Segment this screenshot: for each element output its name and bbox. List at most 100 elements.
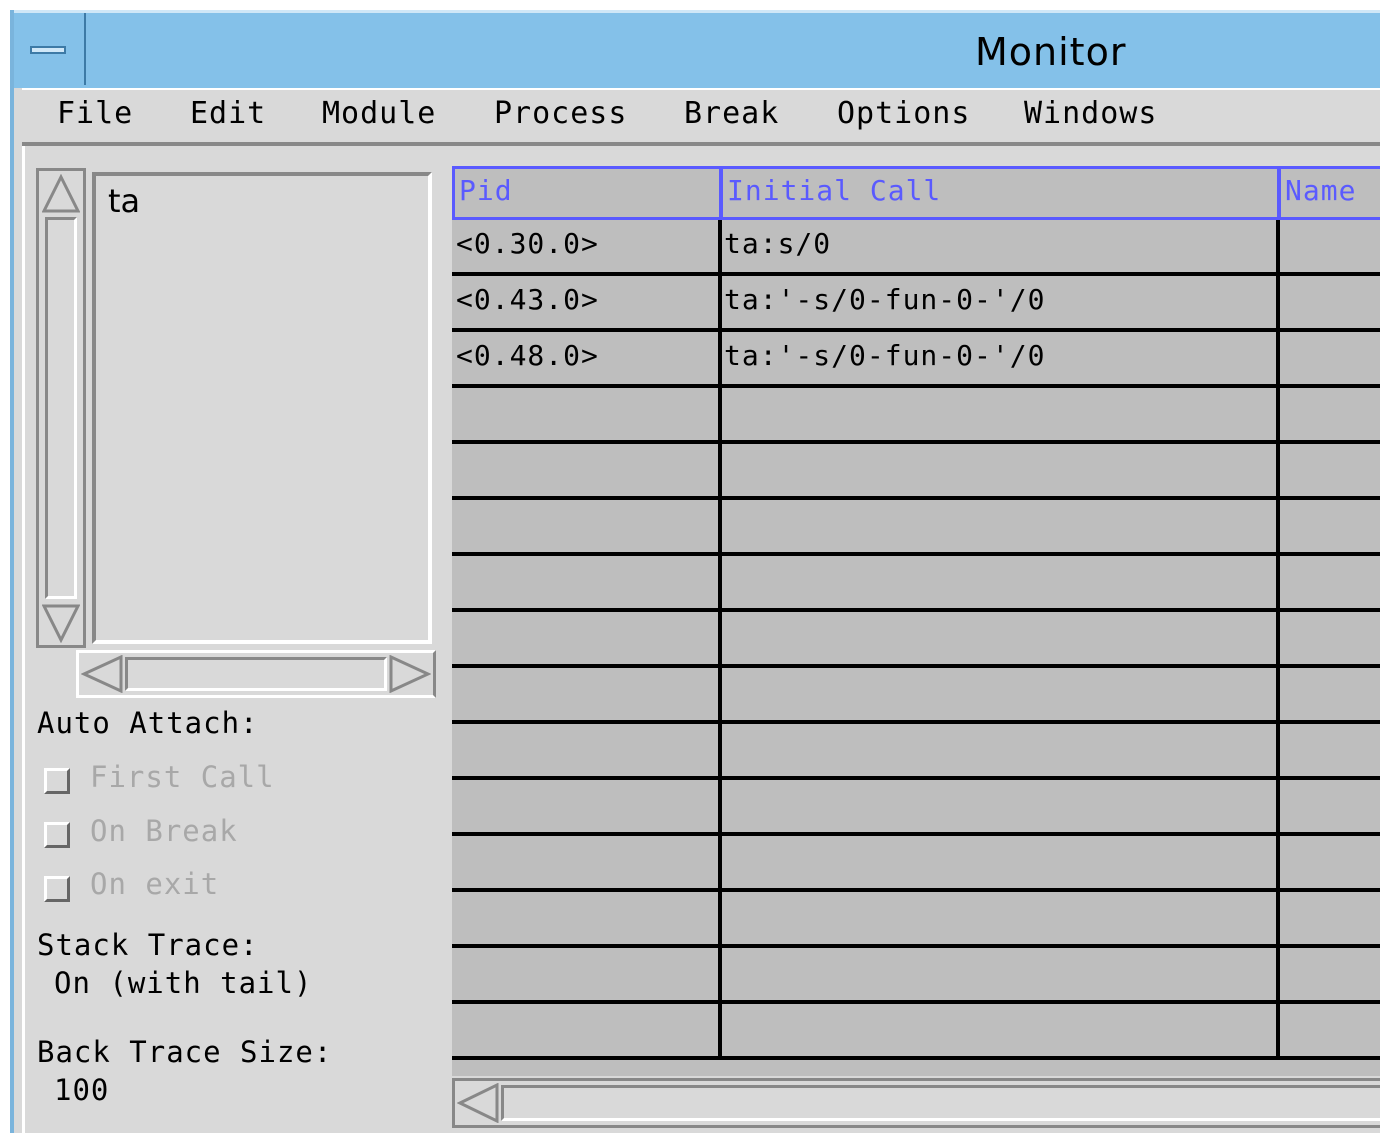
menu-options[interactable]: Options [837, 96, 970, 131]
pid-cell: <0.30.0> [452, 220, 722, 272]
initial-call-cell: ta:'-s/0-fun-0-'/0 [720, 332, 1280, 384]
name-cell [1278, 780, 1380, 832]
on-exit-label: On exit [90, 867, 220, 901]
initial-call-cell: ta:s/0 [720, 220, 1280, 272]
menu-module[interactable]: Module [322, 96, 436, 131]
menu-process[interactable]: Process [494, 96, 627, 131]
pid-cell [452, 612, 722, 664]
scroll-left-arrow-icon[interactable] [457, 1083, 499, 1123]
column-header-initial-call[interactable]: Initial Call [720, 166, 1280, 220]
pid-cell [452, 500, 722, 552]
scroll-trough[interactable] [501, 1085, 1380, 1121]
table-row[interactable] [452, 892, 1380, 948]
initial-call-cell [720, 892, 1280, 944]
column-header-pid[interactable]: Pid [452, 166, 722, 220]
pid-cell [452, 388, 722, 440]
scroll-trough[interactable] [45, 217, 77, 599]
pid-cell [452, 836, 722, 888]
pid-cell [452, 556, 722, 608]
initial-call-cell: ta:'-s/0-fun-0-'/0 [720, 276, 1280, 328]
back-trace-size-label: Back Trace Size: [37, 1035, 333, 1069]
scroll-left-arrow-icon[interactable] [81, 655, 123, 693]
name-cell [1278, 948, 1380, 1000]
module-list-vertical-scrollbar[interactable] [36, 168, 86, 648]
process-table[interactable]: Pid Initial Call Name <0.30.0> ta:s/0 <0.4… [452, 166, 1380, 1076]
table-row[interactable]: <0.43.0> ta:'-s/0-fun-0-'/0 [452, 276, 1380, 332]
name-cell [1278, 1004, 1380, 1056]
pid-cell: <0.48.0> [452, 332, 722, 384]
table-row[interactable] [452, 556, 1380, 612]
table-row[interactable]: <0.48.0> ta:'-s/0-fun-0-'/0 [452, 332, 1380, 388]
menu-windows[interactable]: Windows [1024, 96, 1157, 131]
table-row[interactable] [452, 612, 1380, 668]
window-menu-button[interactable] [14, 13, 86, 85]
scroll-down-arrow-icon[interactable] [42, 603, 80, 643]
initial-call-cell [720, 556, 1280, 608]
initial-call-cell [720, 780, 1280, 832]
first-call-checkbox[interactable] [44, 768, 70, 794]
on-exit-checkbox[interactable] [44, 876, 70, 902]
pid-cell [452, 948, 722, 1000]
name-cell [1278, 444, 1380, 496]
initial-call-cell [720, 500, 1280, 552]
name-cell [1278, 388, 1380, 440]
name-cell [1278, 220, 1380, 272]
initial-call-cell [720, 388, 1280, 440]
pid-cell: <0.43.0> [452, 276, 722, 328]
menu-edit[interactable]: Edit [190, 96, 266, 131]
initial-call-cell [720, 444, 1280, 496]
name-cell [1278, 892, 1380, 944]
auto-attach-label: Auto Attach: [37, 706, 259, 740]
table-row[interactable] [452, 836, 1380, 892]
table-row[interactable] [452, 500, 1380, 556]
on-break-label: On Break [90, 814, 238, 848]
stack-trace-value: On (with tail) [54, 966, 313, 1000]
window-menu-icon [30, 46, 66, 54]
table-row[interactable] [452, 948, 1380, 1004]
name-cell [1278, 332, 1380, 384]
scroll-right-arrow-icon[interactable] [389, 655, 431, 693]
menu-break[interactable]: Break [684, 96, 779, 131]
column-header-name[interactable]: Name [1278, 166, 1380, 220]
on-break-checkbox[interactable] [44, 822, 70, 848]
window-frame [10, 10, 14, 1070]
initial-call-cell [720, 724, 1280, 776]
table-row[interactable] [452, 388, 1380, 444]
scroll-up-arrow-icon[interactable] [42, 174, 80, 214]
module-list[interactable]: ta [92, 172, 432, 644]
table-row[interactable] [452, 668, 1380, 724]
module-list-item[interactable]: ta [108, 182, 140, 220]
table-row[interactable]: <0.30.0> ta:s/0 [452, 220, 1380, 276]
name-cell [1278, 668, 1380, 720]
pid-cell [452, 724, 722, 776]
pid-cell [452, 1004, 722, 1056]
window-title: Monitor [975, 30, 1127, 74]
table-row[interactable] [452, 780, 1380, 836]
scroll-trough[interactable] [125, 657, 387, 691]
pid-cell [452, 892, 722, 944]
module-list-horizontal-scrollbar[interactable] [76, 650, 436, 698]
window-frame [10, 1070, 14, 1133]
initial-call-cell [720, 1004, 1280, 1056]
back-trace-size-value: 100 [54, 1073, 110, 1107]
table-horizontal-scrollbar[interactable] [452, 1078, 1380, 1128]
pid-cell [452, 780, 722, 832]
name-cell [1278, 276, 1380, 328]
name-cell [1278, 836, 1380, 888]
initial-call-cell [720, 836, 1280, 888]
name-cell [1278, 724, 1380, 776]
name-cell [1278, 612, 1380, 664]
content-divider [22, 146, 25, 1133]
table-row[interactable] [452, 724, 1380, 780]
menu-file[interactable]: File [57, 96, 133, 131]
stack-trace-label: Stack Trace: [37, 928, 259, 962]
table-row[interactable] [452, 444, 1380, 500]
initial-call-cell [720, 668, 1280, 720]
pid-cell [452, 444, 722, 496]
title-bar[interactable] [14, 10, 1380, 88]
table-row[interactable] [452, 1004, 1380, 1060]
name-cell [1278, 500, 1380, 552]
name-cell [1278, 556, 1380, 608]
initial-call-cell [720, 612, 1280, 664]
initial-call-cell [720, 948, 1280, 1000]
